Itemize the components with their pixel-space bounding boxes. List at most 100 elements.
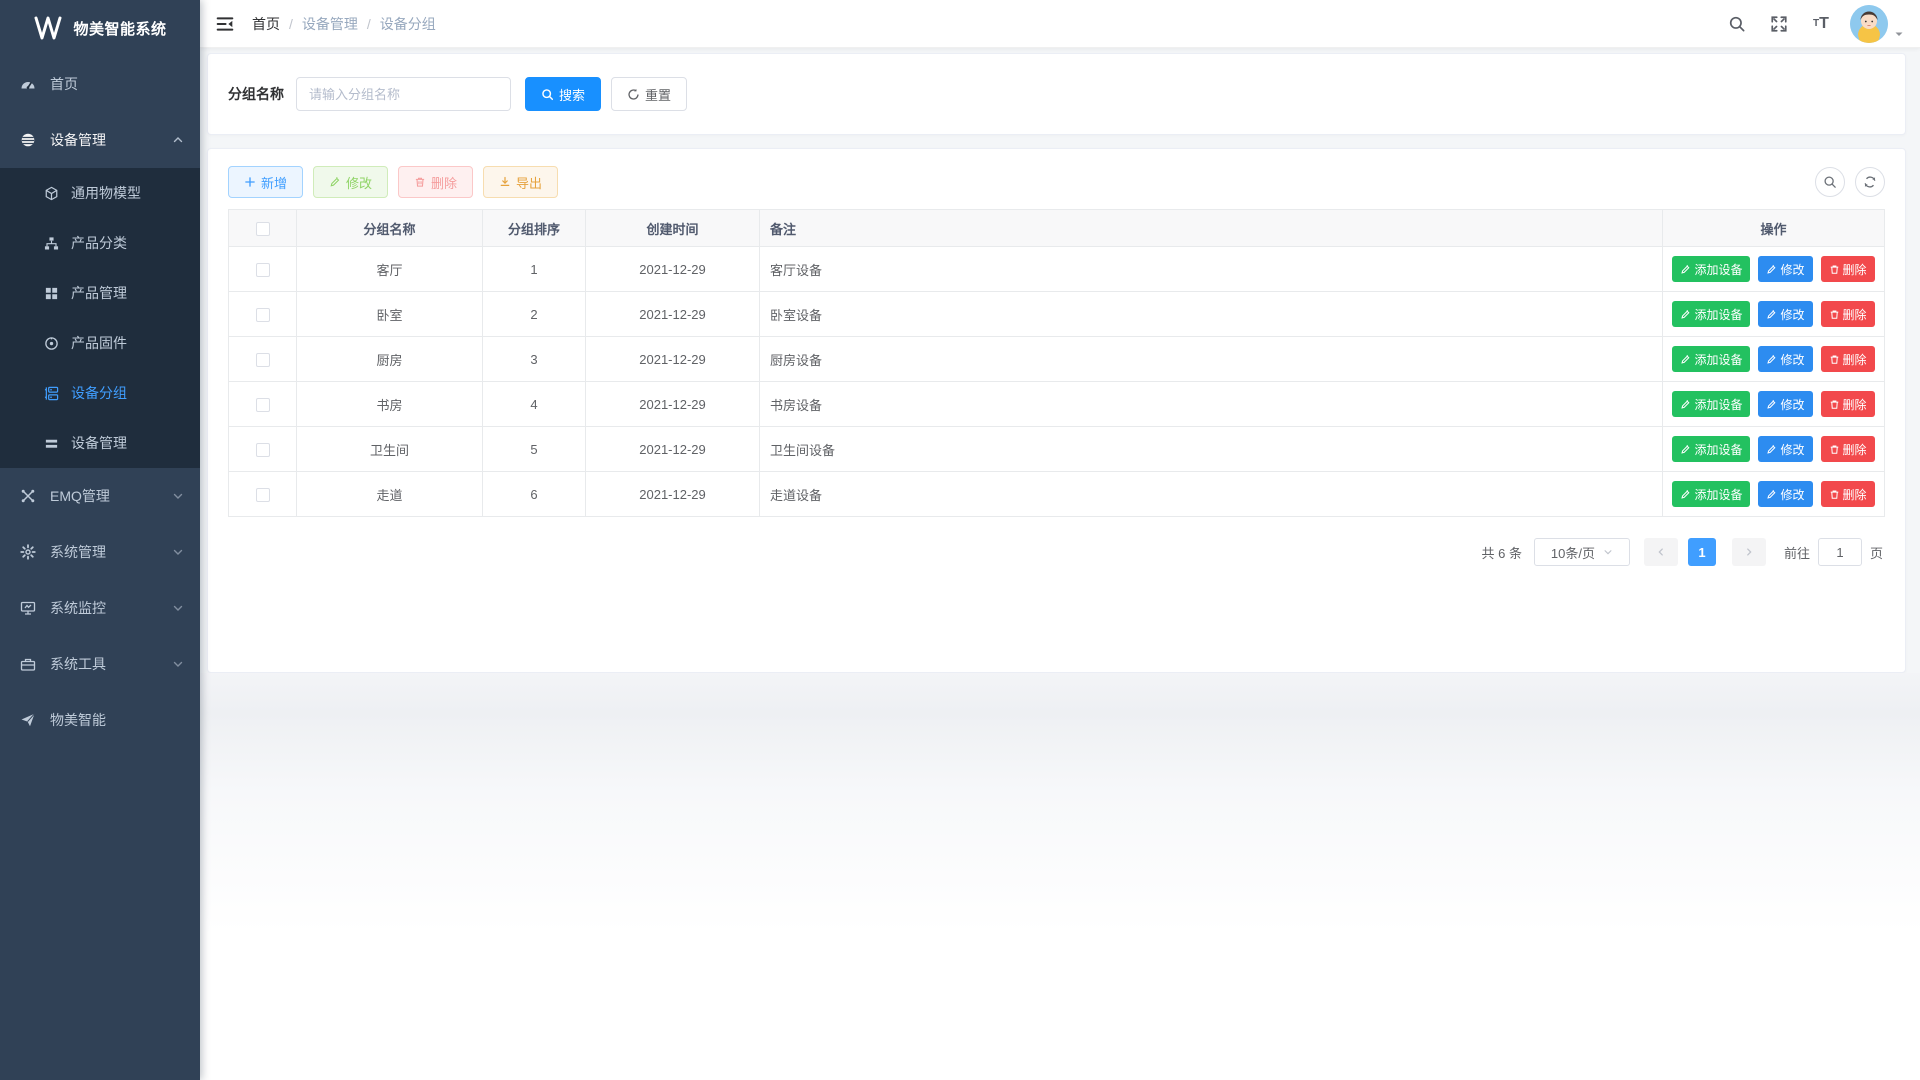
edit-pen-icon [1766, 444, 1777, 455]
row-edit-button[interactable]: 修改 [1758, 391, 1812, 417]
row-edit-button[interactable]: 修改 [1758, 346, 1812, 372]
sidebar-item-thing-model[interactable]: 通用物模型 [0, 168, 200, 218]
sidebar-item-label: 产品分类 [71, 233, 127, 253]
sidebar-item-product-category[interactable]: 产品分类 [0, 218, 200, 268]
export-button[interactable]: 导出 [483, 166, 558, 198]
export-button-label: 导出 [516, 173, 542, 192]
select-all-checkbox[interactable] [256, 222, 270, 236]
col-header-created: 创建时间 [586, 210, 760, 247]
refresh-table-icon[interactable] [1855, 167, 1885, 197]
trash-icon [1829, 489, 1840, 500]
row-checkbox[interactable] [256, 308, 270, 322]
cell-created-time: 2021-12-29 [586, 472, 760, 517]
search-button[interactable]: 搜索 [525, 77, 601, 111]
search-icon[interactable] [1720, 7, 1754, 41]
page-content: 分组名称 搜索 重置 新增 [200, 48, 1920, 673]
add-device-label: 添加设备 [1694, 486, 1742, 503]
edit-pen-icon [1680, 444, 1691, 455]
row-delete-button[interactable]: 删除 [1821, 436, 1875, 462]
cell-group-name: 走道 [297, 472, 483, 517]
sidebar-item-label: EMQ管理 [50, 486, 172, 506]
row-edit-button[interactable]: 修改 [1758, 256, 1812, 282]
add-device-button[interactable]: 添加设备 [1672, 481, 1750, 507]
sidebar-item-device-admin[interactable]: 设备管理 [0, 418, 200, 468]
trash-icon [1829, 264, 1840, 275]
toolbox-icon [20, 656, 36, 672]
fullscreen-icon[interactable] [1762, 7, 1796, 41]
cell-created-time: 2021-12-29 [586, 427, 760, 472]
sidebar-item-device-group[interactable]: 设备分组 [0, 368, 200, 418]
row-edit-button[interactable]: 修改 [1758, 481, 1812, 507]
toggle-search-icon[interactable] [1815, 167, 1845, 197]
page-number-button[interactable]: 1 [1688, 538, 1716, 566]
goto-page-input[interactable] [1818, 538, 1862, 566]
edit-button[interactable]: 修改 [313, 166, 388, 198]
sidebar-item-system-management[interactable]: 系统管理 [0, 524, 200, 580]
avatar[interactable] [1850, 5, 1888, 43]
breadcrumb-home[interactable]: 首页 [252, 14, 280, 34]
row-delete-button[interactable]: 删除 [1821, 481, 1875, 507]
row-checkbox[interactable] [256, 353, 270, 367]
page-size-select[interactable]: 10条/页 [1534, 538, 1630, 566]
row-delete-button[interactable]: 删除 [1821, 301, 1875, 327]
row-checkbox[interactable] [256, 263, 270, 277]
row-delete-button[interactable]: 删除 [1821, 346, 1875, 372]
sidebar-item-system-monitor[interactable]: 系统监控 [0, 580, 200, 636]
search-button-label: 搜索 [559, 85, 585, 104]
row-delete-label: 删除 [1843, 261, 1867, 278]
row-checkbox[interactable] [256, 443, 270, 457]
goto-page: 前往 页 [1784, 538, 1883, 566]
sidebar-fold-icon[interactable] [214, 13, 236, 35]
add-device-button[interactable]: 添加设备 [1672, 346, 1750, 372]
row-delete-button[interactable]: 删除 [1821, 391, 1875, 417]
font-size-icon[interactable]: TT [1804, 7, 1838, 41]
edit-pen-icon [1766, 354, 1777, 365]
add-device-button[interactable]: 添加设备 [1672, 256, 1750, 282]
add-device-label: 添加设备 [1694, 306, 1742, 323]
big-t: T [1819, 15, 1829, 33]
cell-group-name: 卫生间 [297, 427, 483, 472]
group-name-input[interactable] [296, 77, 511, 111]
plus-icon [244, 176, 256, 188]
sidebar-item-device-management[interactable]: 设备管理 [0, 112, 200, 168]
dropdown-caret-icon [1894, 29, 1904, 39]
delete-button[interactable]: 删除 [398, 166, 473, 198]
sidebar-item-product-management[interactable]: 产品管理 [0, 268, 200, 318]
table-toolbar: 新增 修改 删除 导出 [228, 159, 1885, 205]
row-checkbox[interactable] [256, 398, 270, 412]
reset-button[interactable]: 重置 [611, 77, 687, 111]
row-edit-button[interactable]: 修改 [1758, 436, 1812, 462]
chevron-up-icon [172, 134, 184, 146]
sidebar-item-home[interactable]: 首页 [0, 56, 200, 112]
row-edit-button[interactable]: 修改 [1758, 301, 1812, 327]
sidebar-item-wumei[interactable]: 物美智能 [0, 692, 200, 748]
cell-actions: 添加设备 修改 删除 [1663, 247, 1885, 292]
logo[interactable]: 物美智能系统 [0, 0, 200, 56]
row-edit-label: 修改 [1780, 441, 1804, 458]
add-device-button[interactable]: 添加设备 [1672, 301, 1750, 327]
row-checkbox[interactable] [256, 488, 270, 502]
cell-group-order: 3 [483, 337, 586, 382]
row-delete-button[interactable]: 删除 [1821, 256, 1875, 282]
sidebar-item-product-firmware[interactable]: 产品固件 [0, 318, 200, 368]
cell-remark: 卧室设备 [760, 292, 1663, 337]
cell-group-name: 卧室 [297, 292, 483, 337]
row-edit-label: 修改 [1780, 261, 1804, 278]
paper-plane-icon [20, 712, 36, 728]
sidebar-item-label: 产品固件 [71, 333, 127, 353]
add-device-button[interactable]: 添加设备 [1672, 436, 1750, 462]
edit-pen-icon [1766, 489, 1777, 500]
prev-page-icon[interactable] [1644, 538, 1678, 566]
next-page-icon[interactable] [1732, 538, 1766, 566]
trash-icon [1829, 354, 1840, 365]
row-delete-label: 删除 [1843, 441, 1867, 458]
col-header-actions: 操作 [1663, 210, 1885, 247]
firmware-icon [44, 336, 59, 351]
user-menu[interactable] [1850, 5, 1904, 43]
sidebar-item-emq[interactable]: EMQ管理 [0, 468, 200, 524]
app-title: 物美智能系统 [73, 18, 166, 39]
sidebar-item-system-tools[interactable]: 系统工具 [0, 636, 200, 692]
add-button[interactable]: 新增 [228, 166, 303, 198]
row-edit-label: 修改 [1780, 351, 1804, 368]
add-device-button[interactable]: 添加设备 [1672, 391, 1750, 417]
